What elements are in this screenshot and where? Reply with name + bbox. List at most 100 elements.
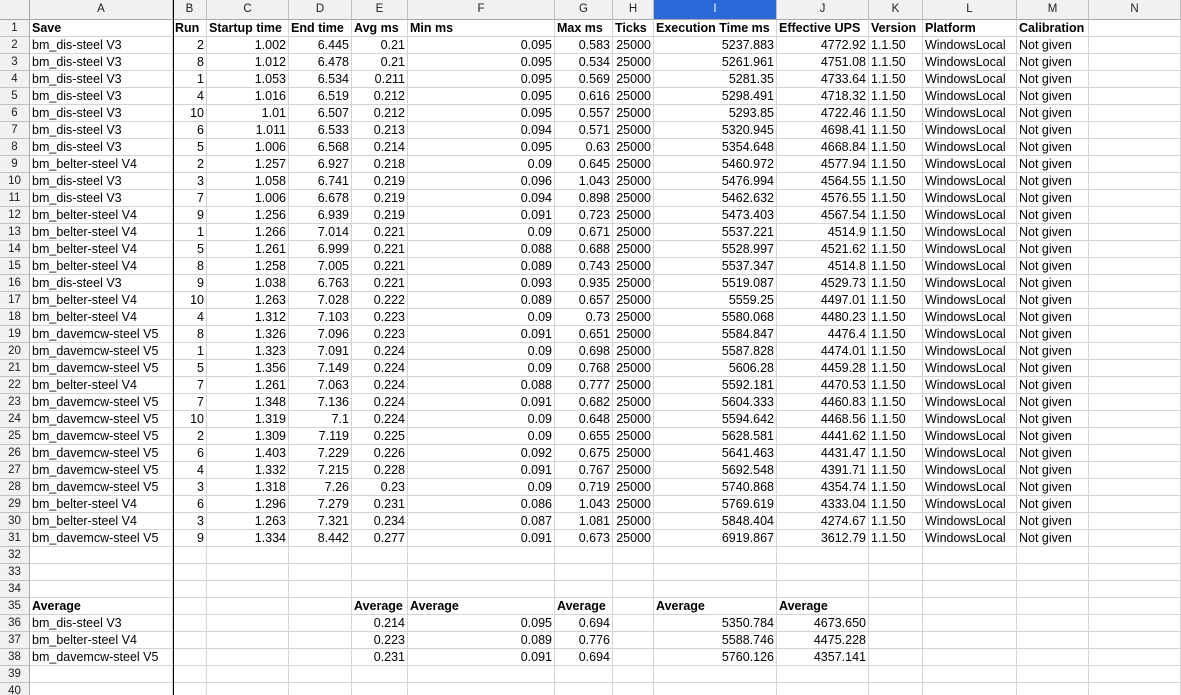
- cell-c[interactable]: [207, 632, 289, 649]
- cell-e[interactable]: 0.23: [352, 479, 408, 496]
- cell-d[interactable]: 6.519: [289, 88, 352, 105]
- cell-i[interactable]: 5760.126: [654, 649, 777, 666]
- cell-l[interactable]: WindowsLocal: [923, 156, 1017, 173]
- cell-i[interactable]: 5354.648: [654, 139, 777, 156]
- cell-d[interactable]: 6.939: [289, 207, 352, 224]
- row-header[interactable]: 26: [0, 445, 30, 462]
- cell-i[interactable]: 5692.548: [654, 462, 777, 479]
- cell-a[interactable]: bm_belter-steel V4: [30, 156, 173, 173]
- cell-k[interactable]: 1.1.50: [869, 224, 923, 241]
- spreadsheet-grid[interactable]: A B C D E F G H I J K L M N 1 Save Run Startup time End ti…: [0, 0, 1181, 695]
- cell-a[interactable]: bm_dis-steel V3: [30, 37, 173, 54]
- cell-c[interactable]: 1.334: [207, 530, 289, 547]
- cell-f[interactable]: 0.096: [408, 173, 555, 190]
- cell-j[interactable]: 4497.01: [777, 292, 869, 309]
- row-header[interactable]: 36: [0, 615, 30, 632]
- cell-a[interactable]: bm_belter-steel V4: [30, 258, 173, 275]
- cell-j[interactable]: 4476.4: [777, 326, 869, 343]
- column-header-d[interactable]: D: [289, 0, 352, 20]
- cell-i[interactable]: 5592.181: [654, 377, 777, 394]
- cell-i[interactable]: 6919.867: [654, 530, 777, 547]
- cell-c[interactable]: [207, 615, 289, 632]
- cell-b[interactable]: Run: [173, 20, 207, 37]
- cell-i[interactable]: 5298.491: [654, 88, 777, 105]
- cell-c[interactable]: 1.326: [207, 326, 289, 343]
- cell-i[interactable]: [654, 683, 777, 695]
- cell-d[interactable]: 7.119: [289, 428, 352, 445]
- cell-f[interactable]: 0.089: [408, 258, 555, 275]
- cell-a[interactable]: [30, 564, 173, 581]
- cell-j[interactable]: 4474.01: [777, 343, 869, 360]
- cell-b[interactable]: 8: [173, 258, 207, 275]
- cell-a[interactable]: bm_dis-steel V3: [30, 139, 173, 156]
- cell-f[interactable]: 0.095: [408, 615, 555, 632]
- cell-k[interactable]: 1.1.50: [869, 343, 923, 360]
- cell-b[interactable]: [173, 598, 207, 615]
- cell-d[interactable]: 7.091: [289, 343, 352, 360]
- cell-n[interactable]: [1089, 377, 1181, 394]
- cell-d[interactable]: 6.533: [289, 122, 352, 139]
- cell-d[interactable]: 7.229: [289, 445, 352, 462]
- column-header-f[interactable]: F: [408, 0, 555, 20]
- cell-e[interactable]: 0.211: [352, 71, 408, 88]
- cell-l[interactable]: [923, 598, 1017, 615]
- cell-a[interactable]: bm_dis-steel V3: [30, 275, 173, 292]
- cell-b[interactable]: 9: [173, 207, 207, 224]
- cell-f[interactable]: 0.095: [408, 105, 555, 122]
- cell-f[interactable]: 0.089: [408, 632, 555, 649]
- cell-j[interactable]: 4733.64: [777, 71, 869, 88]
- column-header-k[interactable]: K: [869, 0, 923, 20]
- cell-k[interactable]: 1.1.50: [869, 428, 923, 445]
- cell-l[interactable]: WindowsLocal: [923, 360, 1017, 377]
- cell-h[interactable]: 25000: [613, 496, 654, 513]
- cell-j[interactable]: 4470.53: [777, 377, 869, 394]
- cell-f[interactable]: 0.095: [408, 37, 555, 54]
- cell-j[interactable]: 4274.67: [777, 513, 869, 530]
- cell-n[interactable]: [1089, 122, 1181, 139]
- cell-k[interactable]: 1.1.50: [869, 258, 923, 275]
- cell-n[interactable]: [1089, 564, 1181, 581]
- cell-l[interactable]: WindowsLocal: [923, 479, 1017, 496]
- cell-i[interactable]: 5460.972: [654, 156, 777, 173]
- cell-l[interactable]: WindowsLocal: [923, 224, 1017, 241]
- cell-e[interactable]: Average: [352, 598, 408, 615]
- cell-j[interactable]: 4475.228: [777, 632, 869, 649]
- cell-d[interactable]: 7.014: [289, 224, 352, 241]
- cell-d[interactable]: 7.321: [289, 513, 352, 530]
- cell-m[interactable]: [1017, 564, 1089, 581]
- cell-i[interactable]: 5350.784: [654, 615, 777, 632]
- cell-n[interactable]: [1089, 54, 1181, 71]
- cell-k[interactable]: [869, 649, 923, 666]
- cell-f[interactable]: 0.088: [408, 377, 555, 394]
- cell-j[interactable]: 4673.650: [777, 615, 869, 632]
- cell-f[interactable]: 0.095: [408, 139, 555, 156]
- cell-j[interactable]: 4459.28: [777, 360, 869, 377]
- cell-i[interactable]: 5588.746: [654, 632, 777, 649]
- cell-e[interactable]: [352, 564, 408, 581]
- cell-f[interactable]: 0.095: [408, 88, 555, 105]
- cell-e[interactable]: 0.214: [352, 139, 408, 156]
- cell-j[interactable]: 4460.83: [777, 394, 869, 411]
- cell-c[interactable]: 1.258: [207, 258, 289, 275]
- cell-d[interactable]: [289, 649, 352, 666]
- cell-m[interactable]: Not given: [1017, 224, 1089, 241]
- cell-g[interactable]: 0.682: [555, 394, 613, 411]
- cell-g[interactable]: 0.777: [555, 377, 613, 394]
- cell-c[interactable]: 1.403: [207, 445, 289, 462]
- row-header[interactable]: 23: [0, 394, 30, 411]
- cell-b[interactable]: 4: [173, 462, 207, 479]
- cell-g[interactable]: 0.648: [555, 411, 613, 428]
- cell-k[interactable]: 1.1.50: [869, 411, 923, 428]
- cell-n[interactable]: [1089, 581, 1181, 598]
- cell-d[interactable]: 7.103: [289, 309, 352, 326]
- cell-b[interactable]: 10: [173, 105, 207, 122]
- cell-l[interactable]: WindowsLocal: [923, 71, 1017, 88]
- cell-d[interactable]: 7.1: [289, 411, 352, 428]
- cell-g[interactable]: 0.557: [555, 105, 613, 122]
- cell-i[interactable]: 5237.883: [654, 37, 777, 54]
- cell-h[interactable]: 25000: [613, 479, 654, 496]
- cell-i[interactable]: 5519.087: [654, 275, 777, 292]
- cell-k[interactable]: 1.1.50: [869, 139, 923, 156]
- cell-c[interactable]: 1.006: [207, 139, 289, 156]
- cell-k[interactable]: 1.1.50: [869, 173, 923, 190]
